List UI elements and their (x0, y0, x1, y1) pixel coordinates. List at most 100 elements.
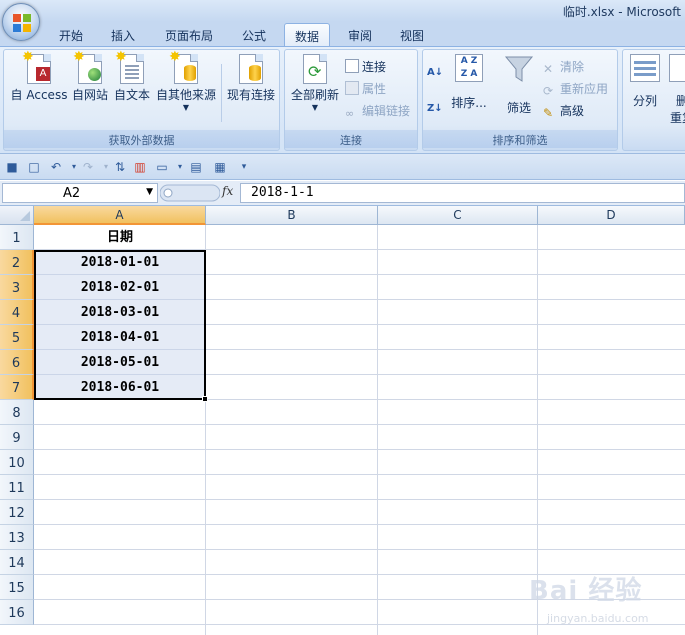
row-header-9[interactable]: 9 (0, 425, 34, 450)
office-button[interactable] (2, 3, 40, 41)
remove-duplicates-icon (669, 54, 685, 82)
from-access-label: 自 Access (10, 88, 68, 102)
row-header-14[interactable]: 14 (0, 550, 34, 575)
refresh-icon: ⟳ (303, 54, 327, 84)
window-title: 临时.xlsx - Microsoft (562, 5, 681, 19)
save-icon[interactable]: ■ (4, 159, 20, 175)
form-icon[interactable]: ▤ (188, 159, 204, 175)
watermark-url: jingyan.baidu.com (547, 612, 649, 625)
existing-connections-button[interactable]: 现有连接 (224, 54, 278, 103)
name-box-dropdown-icon[interactable]: ▼ (146, 187, 153, 197)
insert-function-icon[interactable]: fx (222, 184, 233, 198)
sort-za-icon: Z↓ (427, 103, 443, 114)
connections-label: 连接 (362, 60, 387, 74)
reapply-button[interactable]: ⟳ 重新应用 (543, 80, 608, 98)
filter-button[interactable]: 筛选 (501, 54, 537, 116)
row-header-8[interactable]: 8 (0, 400, 34, 425)
column-header-a[interactable]: A (34, 206, 206, 225)
refresh-all-button[interactable]: ⟳ 全部刷新 ▼ (289, 54, 341, 112)
sort-icon[interactable]: ⇅ (112, 159, 128, 175)
row-header-2[interactable]: 2 (0, 250, 34, 275)
chart-icon[interactable]: ▥ (132, 159, 148, 175)
text-file-icon: ✸ (115, 49, 144, 84)
properties-icon (345, 81, 359, 95)
remove-duplicates-label-1: 删 (675, 94, 685, 108)
refresh-all-label: 全部刷新 (290, 88, 339, 102)
from-other-sources-button[interactable]: ✸ 自其他来源 ▼ (154, 49, 218, 112)
clear-filter-button[interactable]: ✕ 清除 (543, 58, 584, 76)
sort-label: 排序... (451, 96, 487, 110)
link-icon: ∞ (345, 107, 355, 120)
group-label-connections: 连接 (285, 130, 417, 148)
text-to-columns-button[interactable]: 分列 (627, 54, 663, 109)
name-box[interactable]: A2 ▼ (2, 183, 158, 203)
properties-button[interactable]: 属性 (345, 80, 386, 98)
column-header-b[interactable]: B (206, 206, 378, 225)
from-text-button[interactable]: ✸ 自文本 (112, 49, 152, 103)
cell-a1[interactable]: 日期 (34, 225, 206, 250)
tab-home[interactable]: 开始 (46, 23, 96, 46)
from-web-button[interactable]: ✸ 自网站 (70, 49, 110, 103)
redo-icon[interactable]: ↷ (80, 159, 96, 175)
clear-icon: ✕ (543, 62, 554, 76)
edit-links-label: 编辑链接 (362, 104, 411, 118)
row-header-5[interactable]: 5 (0, 325, 34, 350)
cell-a6[interactable]: 2018-05-01 (34, 350, 206, 375)
row-header-13[interactable]: 13 (0, 525, 34, 550)
view-icon[interactable]: ▦ (212, 159, 228, 175)
row-header-16[interactable]: 16 (0, 600, 34, 625)
sort-ascending-button[interactable]: A↓ (427, 64, 447, 82)
sort-az-icon: A↓ (427, 67, 444, 78)
from-other-label: 自其他来源 (155, 88, 216, 102)
cell-a3[interactable]: 2018-02-01 (34, 275, 206, 300)
column-header-d[interactable]: D (538, 206, 685, 225)
cell-a5[interactable]: 2018-04-01 (34, 325, 206, 350)
border-dropdown-icon[interactable]: ▾ (172, 159, 188, 175)
select-all-button[interactable] (0, 206, 34, 225)
edit-links-button[interactable]: ∞ 编辑链接 (345, 102, 410, 120)
group-label-sort-filter: 排序和筛选 (423, 130, 617, 148)
from-access-button[interactable]: ✸ A 自 Access (8, 49, 70, 103)
row-header-12[interactable]: 12 (0, 500, 34, 525)
tab-view[interactable]: 视图 (388, 23, 436, 46)
row-header-3[interactable]: 3 (0, 275, 34, 300)
text-to-columns-icon (630, 54, 660, 82)
sort-descending-button[interactable]: Z↓ (427, 100, 447, 118)
from-text-label: 自文本 (113, 88, 150, 102)
split-label: 分列 (632, 94, 657, 108)
connections-button[interactable]: 连接 (345, 58, 386, 76)
gridline (34, 449, 685, 450)
gridline (377, 225, 378, 635)
office-logo-icon (13, 14, 31, 32)
group-get-external-data: ✸ A 自 Access ✸ 自网站 ✸ 自文本 ✸ 自其他来源 ▼ 现有连接 … (3, 49, 280, 151)
row-header-10[interactable]: 10 (0, 450, 34, 475)
row-header-4[interactable]: 4 (0, 300, 34, 325)
customize-qat-icon[interactable]: ▾ (236, 159, 252, 175)
advanced-filter-icon: ✎ (543, 106, 554, 120)
row-header-1[interactable]: 1 (0, 225, 34, 250)
cell-a2[interactable]: 2018-01-01 (34, 250, 206, 275)
tab-data[interactable]: 数据 (284, 23, 330, 46)
tab-insert[interactable]: 插入 (100, 23, 146, 46)
undo-icon[interactable]: ↶ (48, 159, 64, 175)
properties-label: 属性 (362, 82, 387, 96)
formula-bar: A2 ▼ fx 2018-1-1 (0, 181, 685, 206)
advanced-filter-button[interactable]: ✎ 高级 (543, 102, 584, 120)
cell-a7[interactable]: 2018-06-01 (34, 375, 206, 400)
row-header-6[interactable]: 6 (0, 350, 34, 375)
border-icon[interactable]: ▭ (154, 159, 170, 175)
new-document-icon[interactable]: □ (26, 159, 42, 175)
remove-duplicates-button[interactable]: 删 重复 (667, 54, 685, 126)
row-header-11[interactable]: 11 (0, 475, 34, 500)
gridline (34, 424, 685, 425)
formula-splitter-icon[interactable] (159, 183, 221, 203)
sort-button[interactable]: A ZZ A 排序... (451, 54, 487, 111)
column-header-c[interactable]: C (378, 206, 538, 225)
tab-page-layout[interactable]: 页面布局 (152, 23, 226, 46)
tab-formulas[interactable]: 公式 (230, 23, 278, 46)
formula-input[interactable]: 2018-1-1 (240, 183, 685, 203)
tab-review[interactable]: 审阅 (336, 23, 384, 46)
row-header-7[interactable]: 7 (0, 375, 34, 400)
row-header-15[interactable]: 15 (0, 575, 34, 600)
cell-a4[interactable]: 2018-03-01 (34, 300, 206, 325)
